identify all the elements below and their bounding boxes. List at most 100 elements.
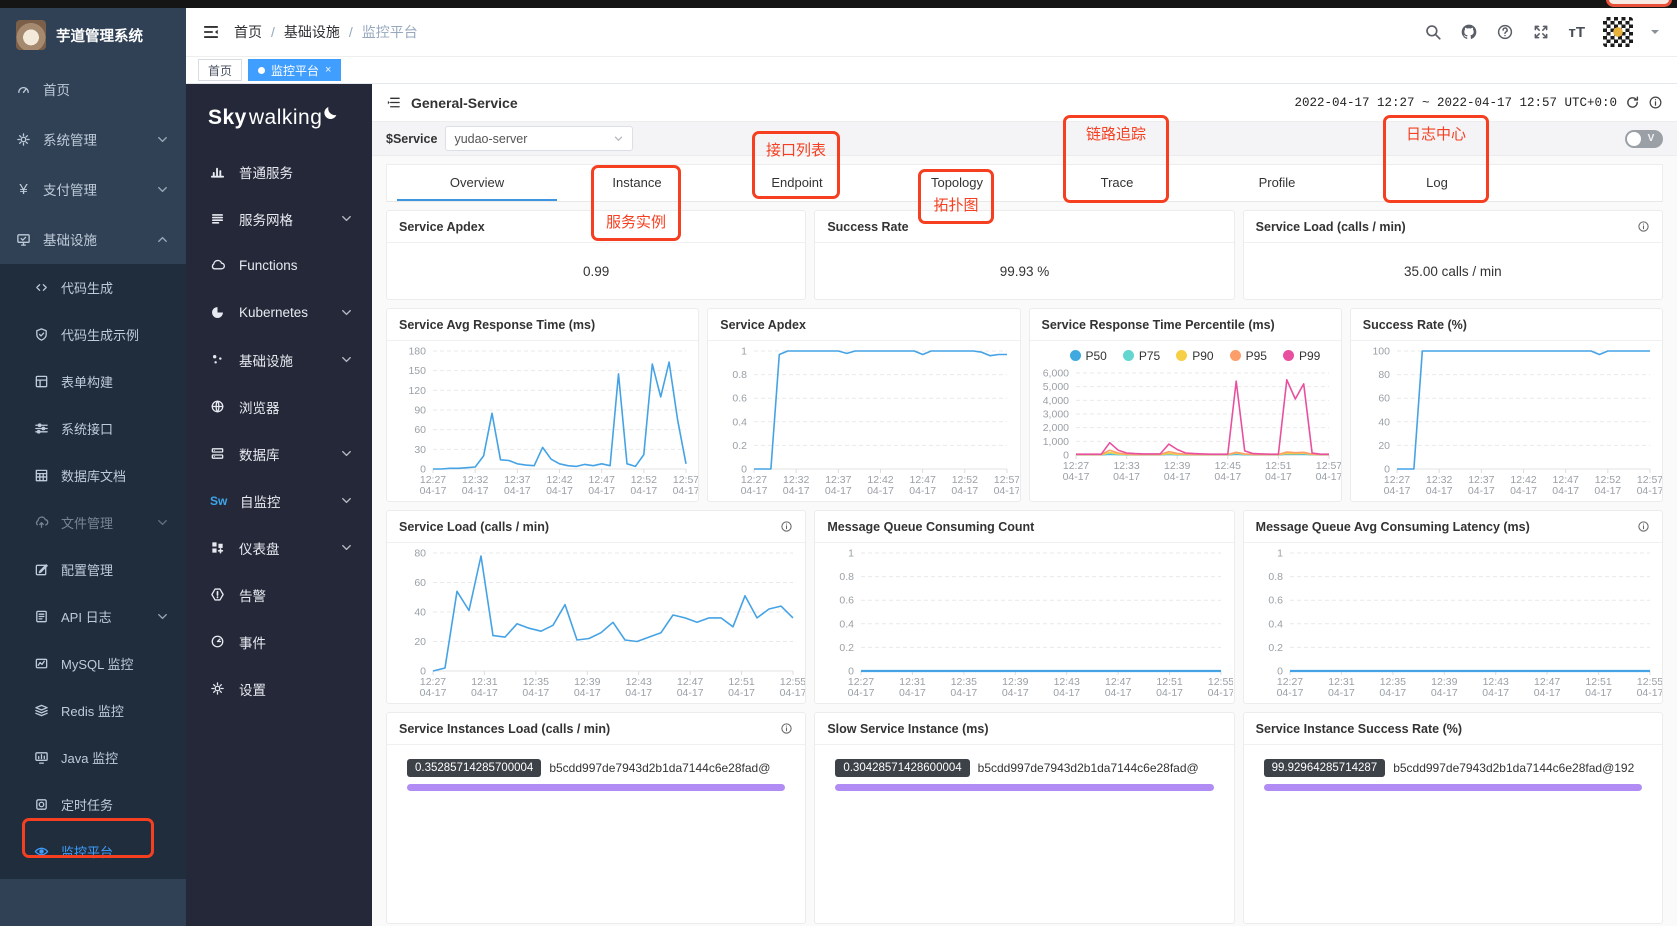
sw-item-functions[interactable]: Functions bbox=[186, 242, 372, 289]
grid-icon bbox=[212, 542, 224, 554]
svg-text:04-17: 04-17 bbox=[741, 485, 768, 497]
info-icon[interactable] bbox=[780, 722, 793, 735]
svg-text:04-17: 04-17 bbox=[1208, 687, 1233, 699]
chevron-up-icon bbox=[158, 236, 167, 242]
eye-icon bbox=[34, 847, 49, 856]
svg-text:0.4: 0.4 bbox=[733, 416, 748, 428]
tab-endpoint[interactable]: Endpoint bbox=[717, 165, 877, 201]
sw-logo-icon: Sw bbox=[210, 493, 228, 508]
brand: 芋道管理系统 bbox=[0, 8, 186, 64]
svg-text:04-17: 04-17 bbox=[952, 485, 979, 497]
sw-item-browser[interactable]: 浏览器 bbox=[186, 383, 372, 430]
instance-id[interactable]: b5cdd997de7943d2b1da7144c6e28fad@ bbox=[549, 761, 785, 775]
instance-id[interactable]: b5cdd997de7943d2b1da7144c6e28fad@192 bbox=[1393, 761, 1642, 775]
info-icon[interactable] bbox=[1637, 220, 1650, 233]
tab-trace[interactable]: Trace bbox=[1037, 165, 1197, 201]
fullscreen-icon[interactable] bbox=[1532, 23, 1550, 41]
info-icon[interactable] bbox=[1637, 520, 1650, 533]
time-range-text[interactable]: 2022-04-17 12:27 ~ 2022-04-17 12:57 UTC+… bbox=[1294, 96, 1617, 110]
tab-overview[interactable]: Overview bbox=[397, 165, 557, 201]
service-select[interactable]: yudao-server bbox=[445, 126, 634, 151]
sidebar-item-codegen[interactable]: 代码生成 bbox=[0, 264, 186, 311]
sidebar-item-payment[interactable]: ¥ 支付管理 bbox=[0, 164, 186, 214]
sidebar-item-api-log[interactable]: API 日志 bbox=[0, 593, 186, 640]
brand-title: 芋道管理系统 bbox=[56, 28, 143, 45]
sidebar-item-config[interactable]: 配置管理 bbox=[0, 546, 186, 593]
tab-profile[interactable]: Profile bbox=[1197, 165, 1357, 201]
sw-item-kubernetes[interactable]: Kubernetes bbox=[186, 289, 372, 336]
sidebar-item-redis-monitor[interactable]: Redis 监控 bbox=[0, 687, 186, 734]
service-label: $Service bbox=[386, 131, 438, 146]
breadcrumb-current: 监控平台 bbox=[361, 24, 418, 40]
svg-text:04-17: 04-17 bbox=[625, 687, 652, 699]
refresh-icon[interactable] bbox=[1625, 95, 1640, 110]
svg-text:60: 60 bbox=[1378, 393, 1390, 405]
yen-icon: ¥ bbox=[19, 180, 28, 198]
sidebar-item-infrastructure[interactable]: 基础设施 bbox=[0, 214, 186, 264]
search-icon[interactable] bbox=[1424, 23, 1442, 41]
instance-id[interactable]: b5cdd997de7943d2b1da7144c6e28fad@ bbox=[978, 761, 1214, 775]
svg-text:04-17: 04-17 bbox=[1156, 687, 1183, 699]
svg-text:1,000: 1,000 bbox=[1042, 436, 1068, 448]
close-tag-icon[interactable]: × bbox=[325, 64, 331, 76]
breadcrumb-infrastructure[interactable]: 基础设施 bbox=[284, 22, 340, 42]
collapse-sidebar-icon[interactable] bbox=[186, 23, 234, 41]
sidebar-item-db-doc[interactable]: 数据库文档 bbox=[0, 452, 186, 499]
chevron-down-icon bbox=[342, 309, 351, 316]
card-success-rate: Success Rate 99.93 % bbox=[814, 210, 1235, 300]
time-range-controls: 2022-04-17 12:27 ~ 2022-04-17 12:57 UTC+… bbox=[1294, 95, 1663, 110]
sidebar-item-home[interactable]: 首页 bbox=[0, 64, 186, 114]
svg-text:04-17: 04-17 bbox=[1482, 687, 1509, 699]
svg-text:04-17: 04-17 bbox=[574, 687, 601, 699]
gear-icon bbox=[17, 132, 30, 146]
service-tabs: Overview Instance Endpoint Topology Trac… bbox=[386, 164, 1663, 202]
sidebar-item-form-builder[interactable]: 表单构建 bbox=[0, 358, 186, 405]
tab-log[interactable]: Log bbox=[1357, 165, 1517, 201]
dashboard-icon bbox=[18, 86, 29, 93]
tag-monitor-platform[interactable]: 监控平台 × bbox=[248, 59, 342, 81]
sidebar-item-file-manage[interactable]: 文件管理 bbox=[0, 499, 186, 546]
avatar-caret-icon[interactable] bbox=[1651, 30, 1659, 38]
font-size-icon[interactable]: ᴛT bbox=[1568, 24, 1585, 41]
sw-item-settings[interactable]: 设置 bbox=[186, 665, 372, 712]
tab-topology[interactable]: Topology bbox=[877, 165, 1037, 201]
sidebar-item-codegen-demo[interactable]: 代码生成示例 bbox=[0, 311, 186, 358]
sidebar-item-mysql-monitor[interactable]: MySQL 监控 bbox=[0, 640, 186, 687]
chart-row-2: Service Load (calls / min) 0 20 40 60 80 12:2… bbox=[386, 510, 1663, 704]
sw-item-dashboards[interactable]: 仪表盘 bbox=[186, 524, 372, 571]
sidebar-item-system[interactable]: 系统管理 bbox=[0, 114, 186, 164]
sw-item-events[interactable]: 事件 bbox=[186, 618, 372, 665]
auto-refresh-toggle[interactable]: V bbox=[1625, 129, 1663, 148]
svg-text:1: 1 bbox=[848, 548, 854, 560]
svg-text:04-17: 04-17 bbox=[1054, 687, 1081, 699]
sidebar-item-monitor-platform[interactable]: 监控平台 bbox=[0, 828, 186, 875]
instance-bar bbox=[407, 784, 786, 791]
sw-item-general-service[interactable]: 普通服务 bbox=[186, 148, 372, 195]
card-success-rate-chart: Success Rate (%) 0 20 40 60 80 100 12:27 04-17 1… bbox=[1349, 308, 1663, 502]
sidebar-item-java-monitor[interactable]: Java 监控 bbox=[0, 734, 186, 781]
service-list-icon[interactable] bbox=[386, 95, 401, 110]
sidebar-item-scheduled-jobs[interactable]: 定时任务 bbox=[0, 781, 186, 828]
info-icon[interactable] bbox=[780, 520, 793, 533]
svg-text:0.4: 0.4 bbox=[1268, 618, 1283, 630]
help-icon[interactable] bbox=[1496, 23, 1514, 41]
card-service-apdex: Service Apdex 0.99 bbox=[386, 210, 807, 300]
svg-text:100: 100 bbox=[1372, 346, 1390, 358]
tab-instance[interactable]: Instance bbox=[557, 165, 717, 201]
sw-item-service-mesh[interactable]: 服务网格 bbox=[186, 195, 372, 242]
github-icon[interactable] bbox=[1460, 23, 1478, 41]
crescent-icon bbox=[324, 107, 337, 119]
breadcrumb-home[interactable]: 首页 bbox=[234, 22, 262, 42]
service-header: General-Service 2022-04-17 12:27 ~ 2022-… bbox=[372, 84, 1677, 122]
chart-image-icon bbox=[35, 658, 48, 669]
sw-item-self-observability[interactable]: Sw 自监控 bbox=[186, 477, 372, 524]
card-service-load-chart: Service Load (calls / min) 0 20 40 60 80 12:2… bbox=[386, 510, 807, 704]
svg-text:30: 30 bbox=[414, 444, 426, 456]
sidebar-item-system-api[interactable]: 系统接口 bbox=[0, 405, 186, 452]
sw-item-infrastructure[interactable]: 基础设施 bbox=[186, 336, 372, 383]
sw-item-alerting[interactable]: 告警 bbox=[186, 571, 372, 618]
tag-home[interactable]: 首页 bbox=[198, 59, 243, 81]
avatar[interactable] bbox=[1603, 17, 1633, 47]
sw-item-database[interactable]: 数据库 bbox=[186, 430, 372, 477]
info-icon[interactable] bbox=[1648, 95, 1663, 110]
